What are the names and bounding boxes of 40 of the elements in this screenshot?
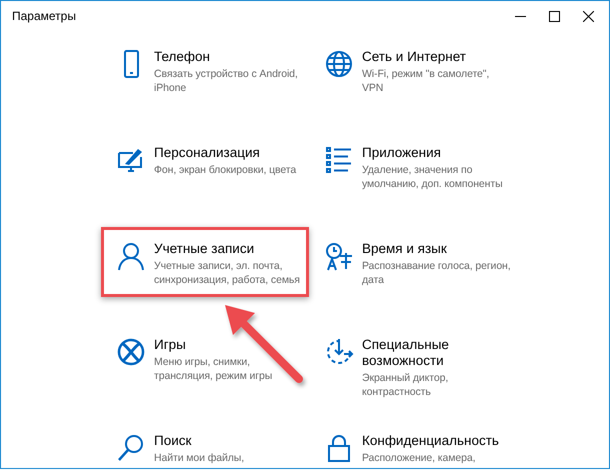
- settings-item[interactable]: Сеть и Интернет Wi-Fi, режим "в самолете", VPN: [309, 35, 517, 105]
- settings-item[interactable]: Поиск Найти мои файлы,: [101, 419, 309, 468]
- item-title: Персонализация: [154, 145, 261, 161]
- settings-item[interactable]: Специальные возможности Экранный диктор, контрастность: [309, 323, 517, 408]
- item-description: Связать устройство с Android, iPhone: [154, 67, 299, 95]
- item-title: Учетные записи: [154, 241, 256, 257]
- item-description: Экранный диктор, контрастность: [362, 371, 450, 399]
- window-title: Параметры: [11, 8, 76, 25]
- item-title: Конфиденциальность: [362, 433, 499, 449]
- search-icon: [116, 433, 146, 463]
- item-description: Распознавание голоса, регион, дата: [362, 259, 512, 287]
- maximize-icon: [548, 10, 560, 22]
- clock-letters-icon: [324, 241, 354, 271]
- item-description: Расположение, камера,: [362, 451, 476, 465]
- item-description: Wi-Fi, режим "в самолете", VPN: [362, 67, 490, 95]
- settings-item[interactable]: Время и язык Распознавание голоса, регион, дата: [309, 227, 517, 297]
- list-icon: [324, 145, 354, 175]
- item-title: Телефон: [154, 49, 212, 65]
- item-description: Найти мои файлы,: [154, 451, 244, 465]
- settings-item[interactable]: Приложения Удаление, значения по умолчанию, доп. компоненты: [309, 131, 517, 201]
- item-title: Поиск: [154, 433, 192, 449]
- item-description: Удаление, значения по умолчанию, доп. компоненты: [362, 163, 504, 191]
- accessibility-icon: [324, 337, 354, 367]
- item-title: Приложения: [362, 145, 442, 161]
- item-title: Сеть и Интернет: [362, 49, 467, 65]
- person-icon: [116, 241, 146, 271]
- item-title: Время и язык: [362, 241, 448, 257]
- close-icon: [582, 10, 594, 22]
- settings-item[interactable]: Игры Меню игры, снимки, трансляция, режим игры: [101, 323, 309, 393]
- item-title: Игры: [154, 337, 187, 353]
- console-logo-icon: [116, 337, 146, 367]
- globe-icon: [324, 49, 354, 79]
- settings-item[interactable]: Персонализация Фон, экран блокировки, цвета: [101, 131, 309, 201]
- item-description: Фон, экран блокировки, цвета: [154, 163, 296, 177]
- item-description: Меню игры, снимки, трансляция, режим игры: [154, 355, 274, 383]
- item-description: Учетные записи, эл. почта, синхронизация, работа, семья: [154, 259, 301, 287]
- settings-item[interactable]: Учетные записи Учетные записи, эл. почта, синхронизация, работа, семья: [101, 227, 309, 297]
- item-title: Специальные возможности: [362, 337, 450, 369]
- settings-item[interactable]: Телефон Связать устройство с Android, iPhone: [101, 35, 309, 105]
- settings-item[interactable]: Конфиденциальность Расположение, камера,: [309, 419, 517, 468]
